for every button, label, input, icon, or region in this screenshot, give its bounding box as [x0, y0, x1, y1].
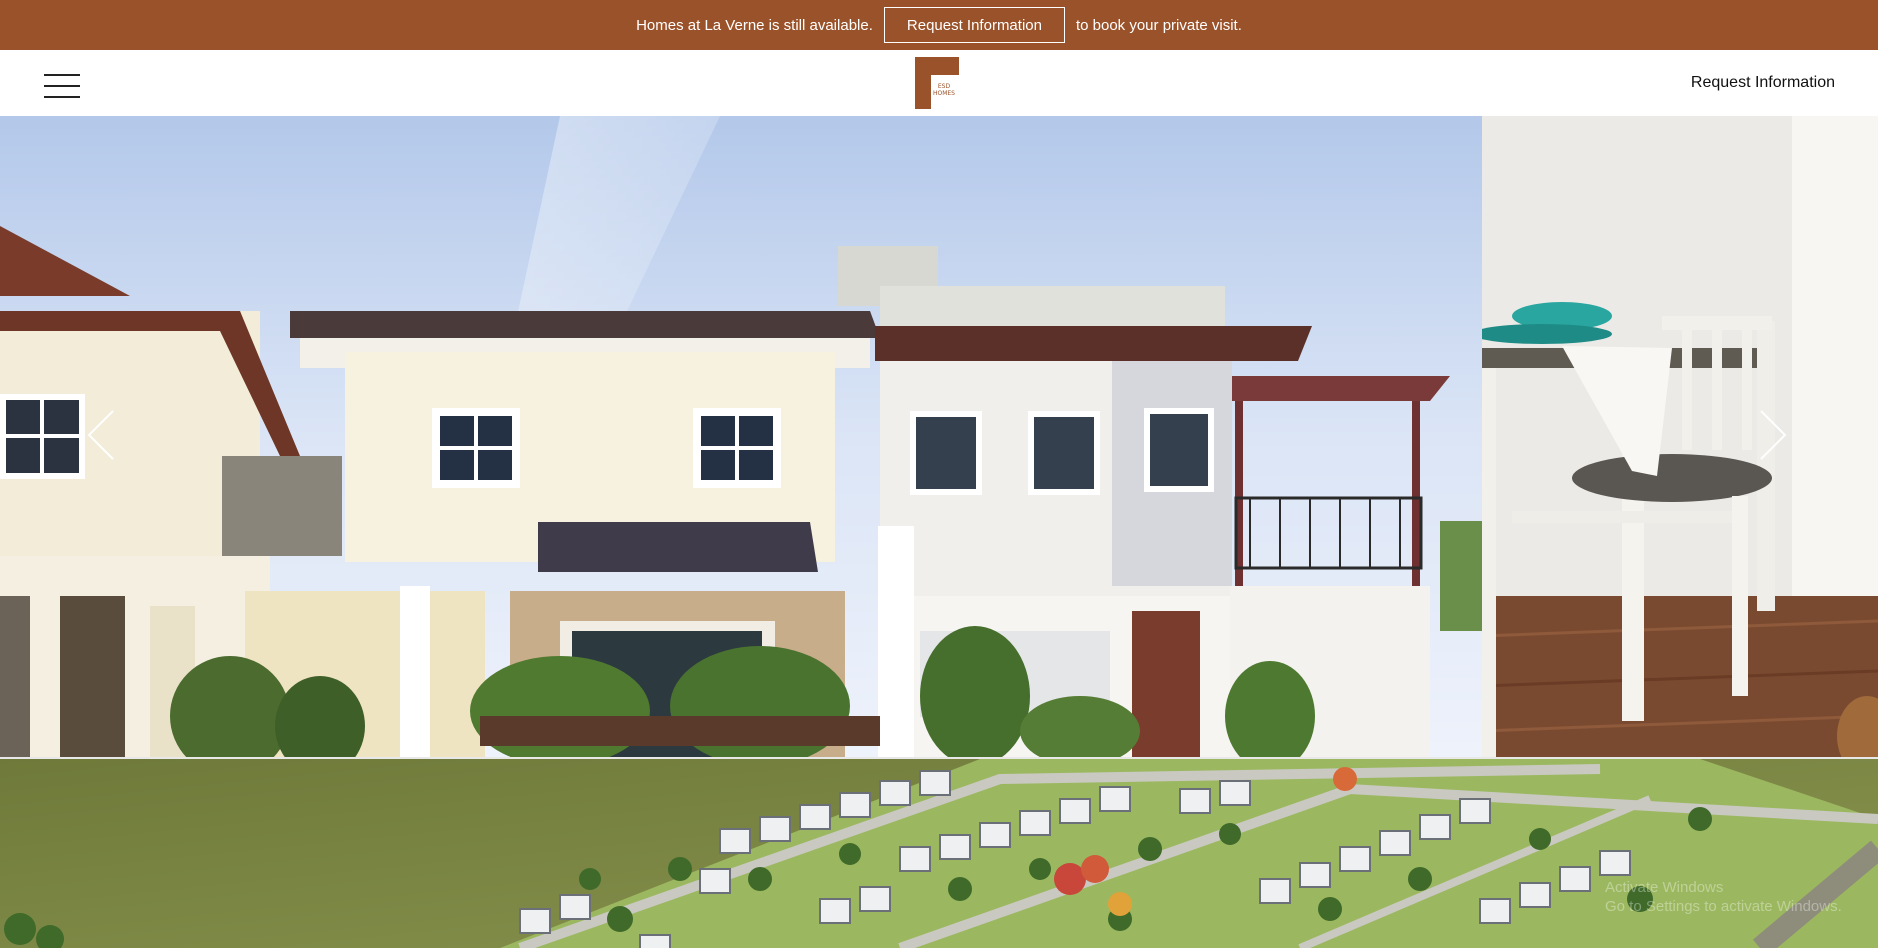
slideshow-next-arrow[interactable] [1758, 409, 1788, 461]
hamburger-menu-icon[interactable] [44, 74, 80, 100]
watermark-line1: Activate Windows [1605, 879, 1724, 896]
announcement-text-before: Homes at La Verne is still available. [636, 16, 873, 34]
interior-slide-image [1482, 116, 1878, 757]
announcement-text-after: to book your private visit. [1075, 16, 1242, 34]
chevron-left-icon [87, 410, 114, 460]
hero-slideshow [0, 116, 1878, 757]
aerial-subdivision-image [0, 759, 1878, 948]
house-slide-image [0, 116, 1482, 757]
announcement-bar: Homes at La Verne is still available. Re… [0, 0, 1878, 50]
watermark-line2: Go to Settings to activate Windows. [1605, 898, 1842, 915]
slideshow-prev-arrow[interactable] [86, 409, 116, 461]
chevron-right-icon [1760, 410, 1787, 460]
site-header: ESD HOMES Request Information [0, 50, 1878, 117]
aerial-view-section [0, 757, 1878, 948]
site-logo[interactable]: ESD HOMES [915, 57, 959, 109]
announcement-request-info-button[interactable]: Request Information [883, 7, 1065, 43]
header-request-info-link[interactable]: Request Information [1691, 74, 1835, 92]
os-activation-watermark: Activate Windows Go to Settings to activ… [1605, 878, 1842, 916]
logo-text: ESD HOMES [932, 83, 955, 97]
